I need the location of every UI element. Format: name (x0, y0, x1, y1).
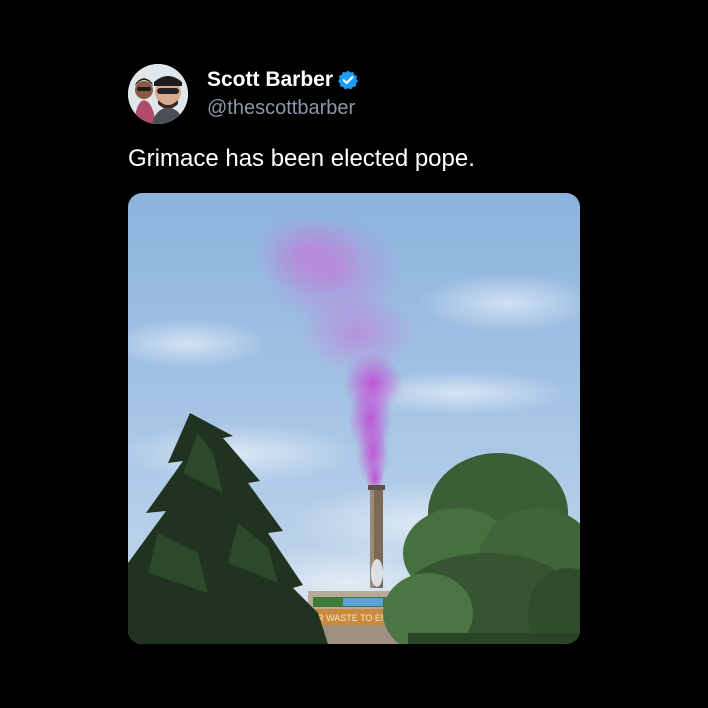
name-row: Scott Barber (207, 67, 359, 93)
display-name[interactable]: Scott Barber (207, 67, 333, 93)
avatar[interactable] (128, 64, 188, 124)
tweet-text: Grimace has been elected pope. (128, 145, 475, 172)
tweet-header: Scott Barber @thescottbarber (128, 64, 359, 124)
tweet-screenshot: Scott Barber @thescottbarber Grimace has… (0, 0, 708, 708)
verified-badge-icon (337, 69, 359, 91)
author-info: Scott Barber @thescottbarber (207, 67, 359, 121)
tweet-image[interactable]: ER WASTE TO ENERGY (128, 193, 580, 644)
user-handle[interactable]: @thescottbarber (207, 95, 359, 121)
